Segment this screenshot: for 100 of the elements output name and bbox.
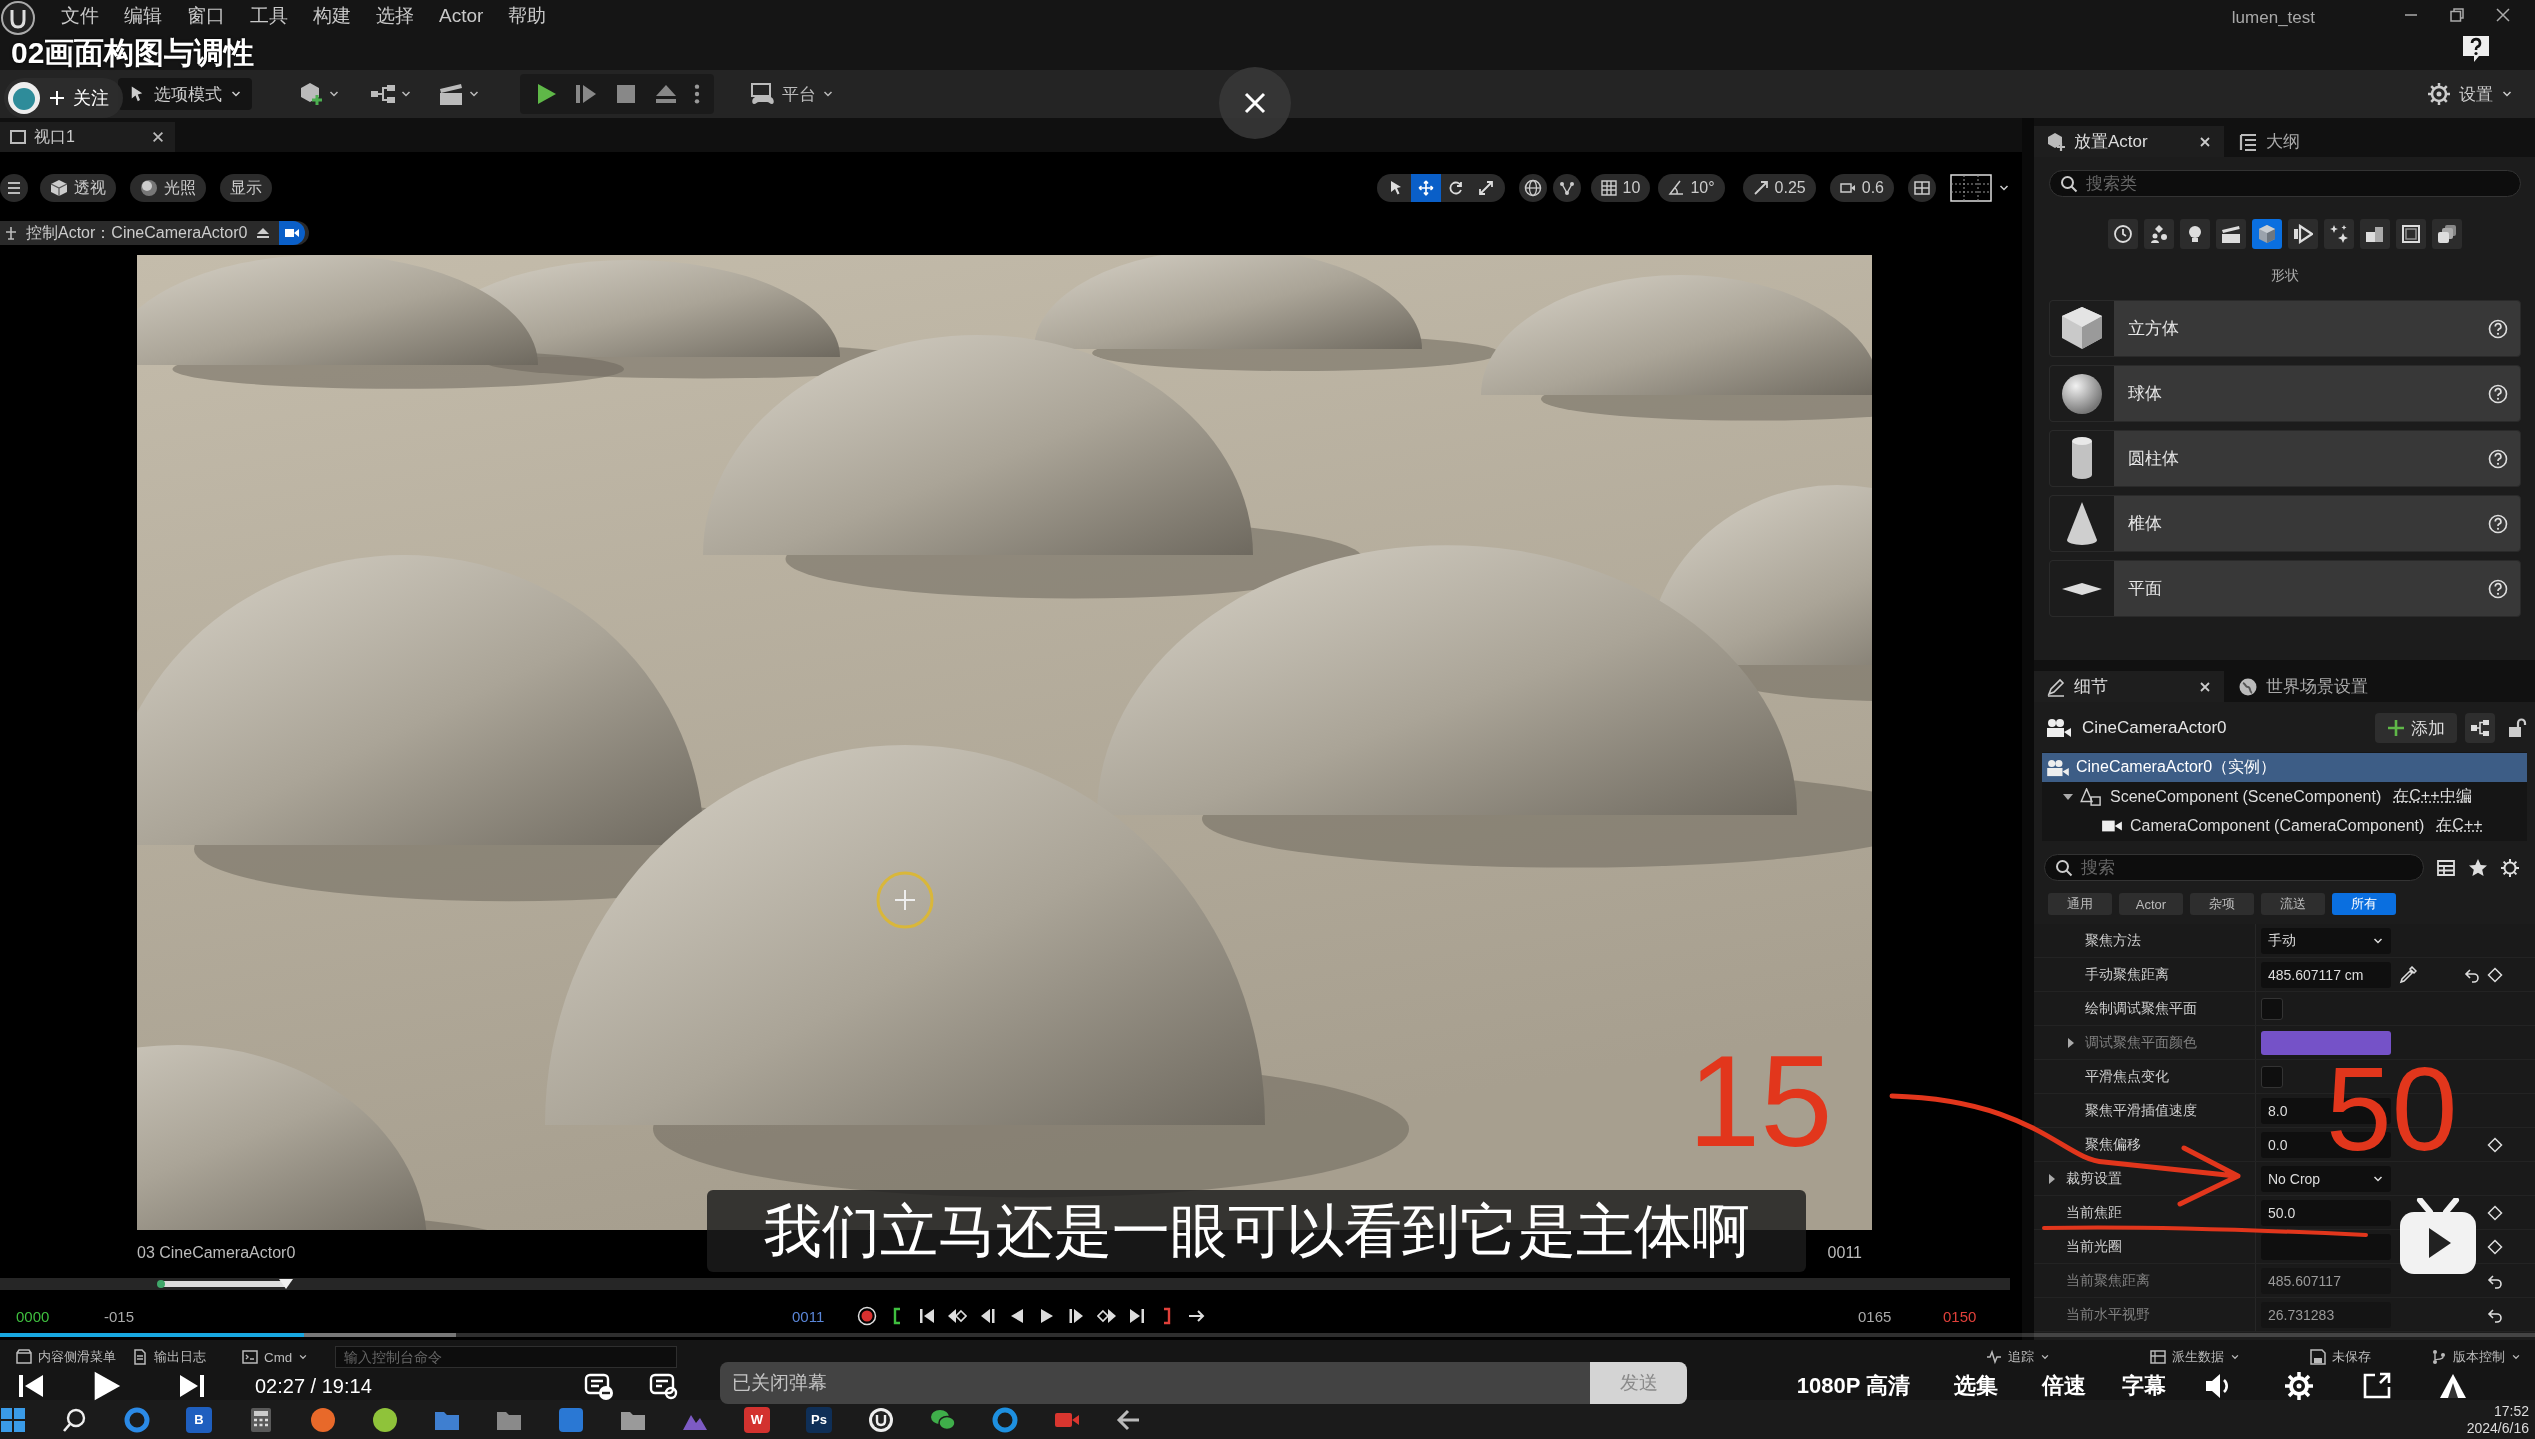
- letter-tile-icon[interactable]: W: [744, 1406, 770, 1433]
- subtitles-button[interactable]: 字幕: [2122, 1371, 2167, 1401]
- danmaku-toggle-icon[interactable]: [583, 1371, 614, 1401]
- calculator-icon[interactable]: [248, 1406, 274, 1433]
- next-key-icon[interactable]: [1097, 1306, 1117, 1326]
- component-tree-item[interactable]: CineCameraActor0（实例）: [2042, 753, 2527, 782]
- category-tab[interactable]: [2251, 219, 2282, 249]
- category-tab[interactable]: [2179, 219, 2210, 249]
- number-field[interactable]: 50.0: [2261, 1199, 2391, 1226]
- search-input[interactable]: 搜索类: [2085, 172, 2510, 195]
- dropdown-field[interactable]: 手动: [2261, 927, 2391, 954]
- mode-dropdown[interactable]: 选项模式: [118, 78, 252, 110]
- panel-tab[interactable]: 大纲: [2226, 126, 2312, 157]
- menu-item[interactable]: 帮助: [508, 4, 547, 28]
- app-tile-icon[interactable]: [558, 1406, 584, 1433]
- help-icon[interactable]: [2487, 513, 2508, 534]
- component-tree-item[interactable]: CameraComponent (CameraComponent) 在C++: [2042, 811, 2527, 840]
- derived-data-dropdown[interactable]: 派生数据: [2150, 1346, 2240, 1368]
- danmaku-input[interactable]: 已关闭弹幕: [732, 1370, 1590, 1396]
- more-options-icon[interactable]: [694, 83, 700, 105]
- help-icon[interactable]: [2487, 448, 2508, 469]
- trace-dropdown[interactable]: 追踪: [1986, 1346, 2050, 1368]
- edit-source-link[interactable]: 在C++中编: [2393, 786, 2472, 807]
- camera-view-button[interactable]: [279, 221, 306, 245]
- danmaku-settings-icon[interactable]: [648, 1371, 679, 1401]
- letter-tile-icon[interactable]: Ps: [806, 1406, 832, 1433]
- unsaved-button[interactable]: 未保存: [2310, 1346, 2371, 1368]
- content-drawer-button[interactable]: 内容侧滑菜单: [16, 1346, 116, 1368]
- viewport-layout-button[interactable]: [1908, 174, 1936, 202]
- camera-speed-button[interactable]: 0.6: [1829, 174, 1894, 202]
- playhead-icon[interactable]: [279, 1279, 293, 1289]
- category-tab[interactable]: [2323, 219, 2354, 249]
- search-field[interactable]: 搜索: [2044, 854, 2424, 881]
- filter-tab[interactable]: 杂项: [2190, 893, 2254, 915]
- world-space-button[interactable]: [1518, 174, 1547, 202]
- filter-tab[interactable]: 流送: [2261, 893, 2325, 915]
- close-icon[interactable]: [2495, 7, 2511, 23]
- category-tab[interactable]: [2395, 219, 2426, 249]
- reset-arrow-icon[interactable]: [2464, 966, 2480, 983]
- record-icon[interactable]: [857, 1306, 877, 1326]
- ring-logo-icon[interactable]: [992, 1406, 1018, 1433]
- lighting-mode-button[interactable]: 光照: [130, 174, 206, 202]
- search-field[interactable]: 搜索类: [2048, 170, 2521, 197]
- help-icon[interactable]: [2461, 34, 2491, 64]
- previous-key-icon[interactable]: [947, 1306, 967, 1326]
- eyedropper-icon[interactable]: [2399, 965, 2417, 984]
- video-progress-track[interactable]: [0, 1333, 2535, 1337]
- actor-list-item[interactable]: 椎体: [2048, 495, 2521, 552]
- range-start-icon[interactable]: [156, 1279, 166, 1289]
- panel-tab[interactable]: 放置Actor: [2034, 126, 2224, 157]
- diamond-icon[interactable]: [2487, 1136, 2503, 1153]
- menu-item[interactable]: 工具: [250, 4, 288, 28]
- menu-item[interactable]: 构建: [313, 4, 351, 28]
- show-flags-button[interactable]: 显示: [220, 174, 272, 202]
- edit-source-link[interactable]: 在C++: [2436, 815, 2483, 836]
- quality-selector[interactable]: 1080P 高清: [1796, 1371, 1911, 1401]
- close-icon[interactable]: [2198, 679, 2212, 694]
- surface-snap-button[interactable]: [1552, 174, 1581, 202]
- close-icon[interactable]: [2198, 134, 2212, 149]
- diamond-icon[interactable]: [2487, 1238, 2503, 1255]
- grid-snap-button[interactable]: 10: [1590, 174, 1651, 202]
- layout-dropdown[interactable]: [1950, 174, 2010, 202]
- transform-tool-button[interactable]: [1410, 174, 1441, 202]
- stop-icon[interactable]: [614, 82, 638, 106]
- actor-list-item[interactable]: 平面: [2048, 560, 2521, 617]
- help-icon[interactable]: [2487, 318, 2508, 339]
- category-tab[interactable]: [2287, 219, 2318, 249]
- engine-logo-icon[interactable]: [868, 1406, 894, 1433]
- settings-icon[interactable]: [2284, 1371, 2315, 1401]
- search-input[interactable]: 搜索: [2081, 856, 2413, 879]
- scale-snap-button[interactable]: 0.25: [1742, 174, 1816, 202]
- skip-to-start-icon[interactable]: [917, 1306, 937, 1326]
- search-icon[interactable]: [62, 1406, 88, 1433]
- component-tree-item[interactable]: SceneComponent (SceneComponent) 在C++中编: [2042, 782, 2527, 811]
- category-tab[interactable]: [2143, 219, 2174, 249]
- category-tab[interactable]: [2107, 219, 2138, 249]
- cinematics-dropdown[interactable]: [438, 81, 480, 107]
- filter-tab[interactable]: 通用: [2048, 893, 2112, 915]
- add-button[interactable]: 添加: [2375, 713, 2457, 743]
- panel-tab[interactable]: 世界场景设置: [2226, 671, 2380, 702]
- actor-list-item[interactable]: 球体: [2048, 365, 2521, 422]
- letter-tile-icon[interactable]: B: [186, 1406, 212, 1433]
- menu-item[interactable]: 编辑: [124, 4, 162, 28]
- round-logo-icon[interactable]: [310, 1406, 336, 1433]
- actor-list-item[interactable]: 立方体: [2048, 300, 2521, 357]
- console-input[interactable]: 输入控制台命令: [335, 1346, 678, 1368]
- sequencer-track[interactable]: [0, 1278, 2010, 1290]
- round-logo-icon[interactable]: [372, 1406, 398, 1433]
- eject-icon[interactable]: [255, 225, 272, 241]
- follow-button[interactable]: 关注: [4, 78, 123, 118]
- star-icon[interactable]: [2468, 857, 2488, 878]
- number-field[interactable]: [2261, 1233, 2391, 1260]
- checkbox[interactable]: [2261, 1065, 2283, 1088]
- viewport-tab[interactable]: 视口1: [0, 122, 175, 152]
- actor-list-item[interactable]: 圆柱体: [2048, 430, 2521, 487]
- category-tab[interactable]: [2359, 219, 2390, 249]
- menu-item[interactable]: 窗口: [187, 4, 225, 28]
- skip-to-end-icon[interactable]: [1127, 1306, 1147, 1326]
- source-control-dropdown[interactable]: 版本控制: [2431, 1346, 2521, 1368]
- blueprint-button[interactable]: [2465, 713, 2495, 743]
